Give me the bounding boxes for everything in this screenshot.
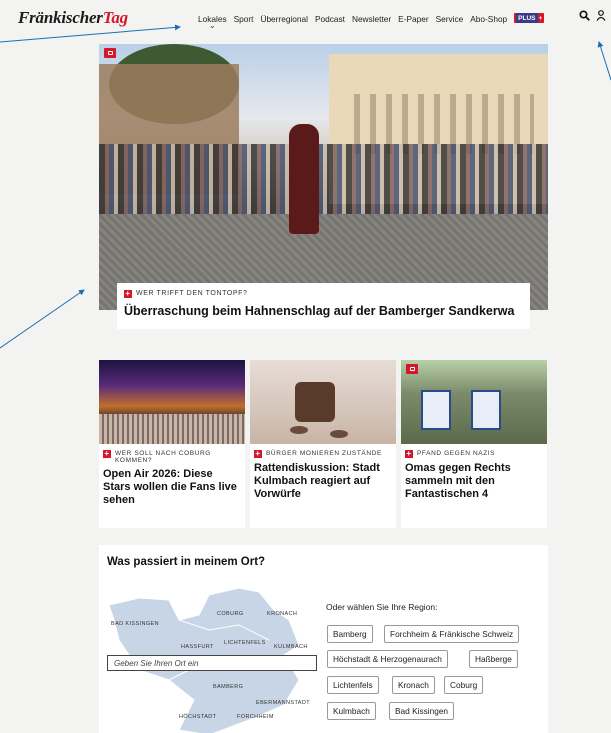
hero-title[interactable]: Überraschung beim Hahnenschlag auf der B… — [124, 304, 523, 318]
article-kicker-text: PFAND GEGEN NAZIS — [417, 450, 496, 457]
article-kicker: + PFAND GEGEN NAZIS — [405, 450, 543, 458]
article-title[interactable]: Open Air 2026: Diese Stars wollen die Fa… — [103, 468, 241, 507]
map-label[interactable]: KRONACH — [267, 611, 297, 617]
map-label[interactable]: KULMBACH — [274, 644, 308, 650]
nav-podcast[interactable]: Podcast — [315, 14, 345, 24]
article-kicker-text: BÜRGER MONIEREN ZUSTÄNDE — [266, 450, 382, 457]
article-card[interactable]: + BÜRGER MONIEREN ZUSTÄNDE Rattendiskussi… — [250, 360, 396, 528]
nav-ueberregional[interactable]: Überregional — [260, 14, 308, 24]
plus-icon: + — [124, 289, 132, 298]
map-label[interactable]: COBURG — [217, 611, 244, 617]
nav-lokales[interactable]: Lokales — [198, 14, 227, 24]
hero-kicker-text: WER TRIFFT DEN TONTOPF? — [136, 290, 248, 297]
main-nav: Lokales Sport Überregional Podcast Newsl… — [198, 13, 545, 24]
map-label[interactable]: HASSFURT — [181, 644, 214, 650]
region-chip-hassberge[interactable]: Haßberge — [469, 650, 518, 668]
region-chip-coburg[interactable]: Coburg — [444, 676, 484, 694]
plus-icon: + — [254, 449, 262, 458]
camera-icon — [104, 48, 116, 58]
hero-photo — [99, 44, 548, 310]
user-icon[interactable] — [596, 10, 606, 21]
region-chip-lichtenfels[interactable]: Lichtenfels — [327, 676, 379, 694]
map-label[interactable]: BAD KISSINGEN — [111, 621, 159, 627]
plus-icon: + — [405, 449, 413, 458]
region-finder: Was passiert in meinem Ort? BAD KISSINGE… — [99, 545, 548, 733]
region-chip-kulmbach[interactable]: Kulmbach — [327, 702, 376, 720]
nav-newsletter[interactable]: Newsletter — [352, 14, 391, 24]
article-card[interactable]: + PFAND GEGEN NAZIS Omas gegen Rechts sam… — [401, 360, 547, 528]
map-label[interactable]: EBERMANNSTADT — [256, 700, 310, 706]
article-image — [99, 360, 245, 444]
logo-text: Fränkischer — [18, 8, 103, 27]
region-subtitle: Oder wählen Sie Ihre Region: — [326, 602, 438, 612]
article-kicker-text: WER SOLL NACH COBURG KOMMEN? — [115, 450, 211, 464]
logo-text-tag: Tag — [102, 8, 128, 27]
map-label[interactable]: HÖCHSTADT — [179, 714, 216, 720]
region-map-shape — [108, 587, 300, 733]
place-search-input[interactable]: Geben Sie Ihren Ort ein — [107, 655, 317, 671]
region-chip-kronach[interactable]: Kronach — [392, 676, 435, 694]
article-title[interactable]: Omas gegen Rechts sammeln mit den Fantas… — [405, 462, 543, 501]
article-kicker: + BÜRGER MONIEREN ZUSTÄNDE — [254, 450, 392, 458]
hero-image[interactable] — [99, 44, 548, 310]
hero-kicker: + WER TRIFFT DEN TONTOPF? — [124, 290, 523, 298]
site-header: FränkischerTag Lokales Sport Überregiona… — [0, 0, 611, 40]
search-icon[interactable] — [579, 10, 590, 21]
plus-icon: + — [103, 449, 111, 458]
region-chip-bamberg[interactable]: Bamberg — [327, 625, 373, 643]
hero-caption[interactable]: + WER TRIFFT DEN TONTOPF? Überraschung b… — [117, 283, 530, 329]
nav-sport[interactable]: Sport — [234, 14, 254, 24]
article-image — [250, 360, 396, 444]
article-title[interactable]: Rattendiskussion: Stadt Kulmbach reagier… — [254, 462, 392, 501]
region-map[interactable]: BAD KISSINGEN COBURG KRONACH HASSFURT LI… — [99, 570, 329, 733]
region-chip-forchheim[interactable]: Forchheim & Fränkische Schweiz — [384, 625, 520, 643]
region-title: Was passiert in meinem Ort? — [107, 556, 266, 568]
plus-label: PLUS — [516, 13, 538, 23]
map-label[interactable]: FORCHHEIM — [237, 714, 274, 720]
nav-abo-shop[interactable]: Abo-Shop — [470, 14, 507, 24]
region-chip-hoechstadt[interactable]: Höchstadt & Herzogenaurach — [327, 650, 448, 668]
video-icon — [406, 364, 418, 374]
site-logo[interactable]: FränkischerTag — [18, 8, 128, 28]
article-image — [401, 360, 547, 444]
header-icons — [579, 10, 606, 21]
article-kicker: + WER SOLL NACH COBURG KOMMEN? — [103, 450, 241, 464]
plus-sign: + — [538, 14, 543, 22]
region-chip-bad-kissingen[interactable]: Bad Kissingen — [389, 702, 455, 720]
map-label[interactable]: LICHTENFELS — [224, 640, 266, 646]
article-card[interactable]: + WER SOLL NACH COBURG KOMMEN? Open Air 2… — [99, 360, 245, 528]
nav-service[interactable]: Service — [436, 14, 464, 24]
map-label[interactable]: BAMBERG — [213, 684, 243, 690]
nav-epaper[interactable]: E-Paper — [398, 14, 428, 24]
nav-plus-badge[interactable]: PLUS + — [514, 13, 545, 23]
